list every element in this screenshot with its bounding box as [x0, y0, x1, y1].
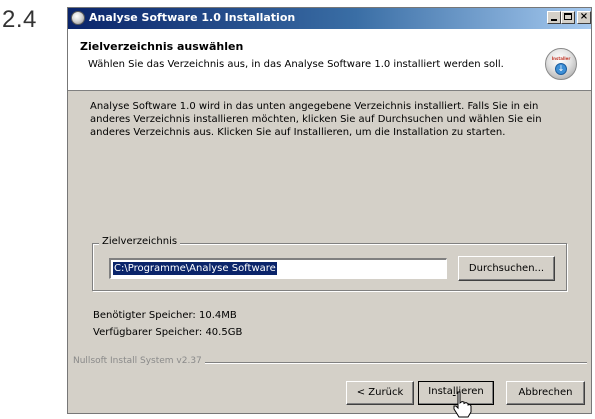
cancel-button[interactable]: Abbrechen: [506, 381, 585, 405]
maximize-button[interactable]: [561, 11, 575, 24]
close-icon: ×: [579, 11, 589, 22]
required-space-text: Benötigter Speicher: 10.4MB: [93, 310, 237, 321]
back-button[interactable]: < Zurück: [346, 381, 414, 405]
step-number: 2.4: [2, 6, 37, 33]
page-subtitle: Wählen Sie das Verzeichnis aus, in das A…: [88, 59, 504, 70]
destination-path-value: C:\Programme\Analyse Software: [113, 262, 277, 275]
installer-disc-icon: Installer ↓: [545, 48, 577, 80]
installer-disc-icon: [71, 11, 85, 25]
installer-icon-label: Installer: [551, 56, 571, 61]
instructions-text: Analyse Software 1.0 wird in das unten a…: [90, 101, 542, 138]
destination-group-label: Zielverzeichnis: [99, 236, 181, 247]
installer-window: Analyse Software 1.0 Installation × Ziel…: [67, 7, 592, 418]
close-button[interactable]: ×: [577, 11, 591, 24]
header-panel: Zielverzeichnis auswählen Wählen Sie das…: [68, 29, 591, 91]
download-arrow-icon: ↓: [555, 63, 567, 75]
branding-text: Nullsoft Install System v2.37: [73, 356, 205, 366]
install-label-pre: Insta: [428, 386, 453, 397]
available-space-text: Verfügbarer Speicher: 40.5GB: [93, 327, 243, 338]
browse-button[interactable]: Durchsuchen...: [458, 256, 555, 281]
maximize-icon: [564, 13, 572, 20]
hand-pointer-icon: [453, 391, 472, 418]
minimize-button[interactable]: [547, 11, 561, 24]
page-title: Zielverzeichnis auswählen: [80, 40, 244, 53]
title-bar[interactable]: Analyse Software 1.0 Installation ×: [68, 8, 591, 29]
destination-path-input[interactable]: C:\Programme\Analyse Software: [109, 258, 447, 279]
window-title: Analyse Software 1.0 Installation: [89, 11, 296, 24]
minimize-icon: [551, 19, 557, 21]
